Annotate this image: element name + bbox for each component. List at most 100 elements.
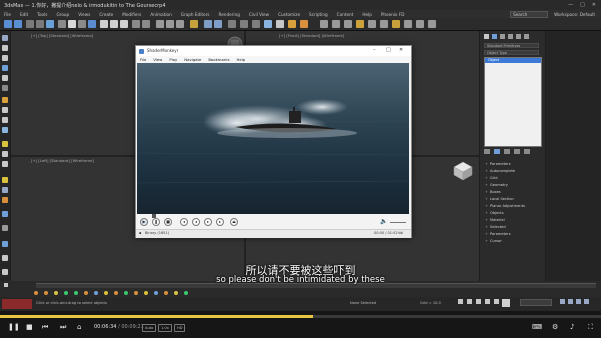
player-play-icon[interactable]: ❚❚ bbox=[8, 323, 20, 331]
make-unique-icon[interactable] bbox=[504, 149, 510, 154]
viewport-label-top[interactable]: [+] [Top] [Standard] [Wireframe] bbox=[31, 33, 93, 38]
volume-slider[interactable] bbox=[390, 222, 406, 223]
viewport-label-left[interactable]: [+] [Left] [Standard] [Wireframe] bbox=[31, 158, 94, 163]
player-next-icon[interactable]: ⏭ bbox=[60, 323, 66, 331]
maximize-button[interactable]: □ bbox=[580, 2, 585, 8]
display-icon[interactable] bbox=[2, 85, 8, 91]
tool-icon[interactable] bbox=[2, 211, 8, 217]
tool-icon[interactable] bbox=[2, 225, 8, 231]
layer-icon[interactable] bbox=[228, 20, 236, 28]
reference-coord-icon[interactable] bbox=[132, 20, 140, 28]
unlink-icon[interactable] bbox=[36, 20, 44, 28]
rollout-item[interactable]: Boxes bbox=[485, 189, 539, 195]
volume-player-icon[interactable]: ♪ bbox=[570, 323, 574, 331]
filter-icon[interactable] bbox=[58, 20, 66, 28]
play-button[interactable]: ▶ bbox=[140, 218, 148, 226]
menu-item-animation[interactable]: Animation bbox=[150, 12, 171, 17]
track-icon[interactable] bbox=[174, 291, 178, 295]
menu-item-customize[interactable]: Customize bbox=[278, 12, 300, 17]
media-close-button[interactable]: ✕ bbox=[399, 47, 403, 53]
media-menu-view[interactable]: View bbox=[153, 57, 162, 62]
menu-item-views[interactable]: Views bbox=[78, 12, 90, 17]
go-to-start-icon[interactable] bbox=[458, 299, 463, 304]
media-player-window[interactable]: ShaderMonkeyr – □ ✕ File View Play Navig… bbox=[135, 45, 412, 238]
track-icon[interactable] bbox=[74, 291, 78, 295]
settings-gear-icon[interactable]: ⚙ bbox=[552, 323, 558, 331]
rollout-item[interactable]: Autocomplete bbox=[485, 168, 539, 174]
menu-item-rendering[interactable]: Rendering bbox=[219, 12, 240, 17]
quality-option[interactable]: Auto bbox=[142, 324, 157, 332]
menu-item-help[interactable]: Help bbox=[362, 12, 372, 17]
render-frame-icon[interactable] bbox=[288, 20, 296, 28]
tool-icon[interactable] bbox=[2, 241, 8, 247]
stop-button[interactable]: ■ bbox=[164, 218, 172, 226]
menu-item-modifiers[interactable]: Modifiers bbox=[122, 12, 141, 17]
move-icon[interactable] bbox=[100, 20, 108, 28]
angle-snap-icon[interactable] bbox=[166, 20, 174, 28]
render-icon[interactable] bbox=[300, 20, 308, 28]
track-icon[interactable] bbox=[124, 291, 128, 295]
media-menu-file[interactable]: File bbox=[140, 57, 146, 62]
track-icon[interactable] bbox=[154, 291, 158, 295]
tab-display-icon[interactable] bbox=[516, 34, 521, 39]
menu-item-scripting[interactable]: Scripting bbox=[309, 12, 328, 17]
track-icon[interactable] bbox=[54, 291, 58, 295]
tool-icon[interactable] bbox=[2, 197, 8, 203]
next-button[interactable]: ▸ bbox=[216, 218, 224, 226]
object-type-field[interactable]: Object Type bbox=[484, 50, 539, 55]
minimize-button[interactable]: — bbox=[568, 2, 573, 8]
menu-item-edit[interactable]: Edit bbox=[20, 12, 28, 17]
toolbar-extra-icon[interactable] bbox=[416, 20, 424, 28]
region-select-icon[interactable] bbox=[88, 20, 96, 28]
fullscreen-icon[interactable]: ⛶ bbox=[588, 323, 593, 331]
forward-button[interactable]: ▸ bbox=[204, 218, 212, 226]
remove-modifier-icon[interactable] bbox=[514, 149, 520, 154]
rollout-item[interactable]: Planar Adjustments bbox=[485, 203, 539, 209]
media-player-titlebar[interactable]: ShaderMonkeyr – □ ✕ bbox=[136, 46, 411, 56]
media-minimize-button[interactable]: – bbox=[373, 47, 376, 53]
menu-item-content[interactable]: Content bbox=[337, 12, 354, 17]
track-icon[interactable] bbox=[114, 291, 118, 295]
create-icon[interactable] bbox=[2, 45, 8, 51]
menu-item-tools[interactable]: Tools bbox=[37, 12, 47, 17]
rollout-item[interactable]: Parameters bbox=[485, 231, 539, 237]
mirror-icon[interactable] bbox=[204, 20, 212, 28]
track-icon[interactable] bbox=[64, 291, 68, 295]
motion-icon[interactable] bbox=[2, 75, 8, 81]
video-progress-bar[interactable] bbox=[0, 315, 601, 318]
rewind-button[interactable]: ◂ bbox=[192, 218, 200, 226]
toolbar-extra-icon[interactable] bbox=[392, 20, 400, 28]
tab-modify-icon[interactable] bbox=[492, 34, 497, 39]
search-input[interactable]: Search bbox=[510, 10, 549, 18]
track-icon[interactable] bbox=[44, 291, 48, 295]
media-menu-play[interactable]: Play bbox=[169, 57, 177, 62]
media-menu-bookmarks[interactable]: Bookmarks bbox=[208, 57, 229, 62]
close-button[interactable]: ✕ bbox=[592, 2, 596, 8]
player-stop-icon[interactable]: ■ bbox=[26, 323, 33, 331]
pin-stack-icon[interactable] bbox=[484, 149, 490, 154]
track-icon[interactable] bbox=[144, 291, 148, 295]
curve-editor-icon[interactable] bbox=[240, 20, 248, 28]
rollout-item[interactable]: Material bbox=[485, 217, 539, 223]
play-icon[interactable] bbox=[476, 299, 481, 304]
toolbar-extra-icon[interactable] bbox=[368, 20, 376, 28]
pivot-icon[interactable] bbox=[142, 20, 150, 28]
toolbar-extra-icon[interactable] bbox=[344, 20, 352, 28]
tab-hierarchy-icon[interactable] bbox=[500, 34, 505, 39]
rollout-item[interactable]: Cursor bbox=[485, 238, 539, 244]
tool-icon[interactable] bbox=[2, 187, 8, 193]
add-time-tag-icon[interactable] bbox=[502, 299, 510, 307]
redo-icon[interactable] bbox=[14, 20, 22, 28]
zoom-icon[interactable] bbox=[560, 299, 565, 304]
track-icon[interactable] bbox=[94, 291, 98, 295]
bind-icon[interactable] bbox=[46, 20, 54, 28]
zoom-all-icon[interactable] bbox=[568, 299, 573, 304]
track-icon[interactable] bbox=[84, 291, 88, 295]
material-editor-icon[interactable] bbox=[264, 20, 272, 28]
maxscript-listener[interactable] bbox=[2, 299, 32, 309]
undo-icon[interactable] bbox=[4, 20, 12, 28]
orbit-icon[interactable] bbox=[584, 299, 589, 304]
media-maximize-button[interactable]: □ bbox=[386, 47, 391, 53]
player-playlist-icon[interactable]: ⌂ bbox=[77, 323, 81, 331]
previous-frame-icon[interactable] bbox=[467, 299, 472, 304]
